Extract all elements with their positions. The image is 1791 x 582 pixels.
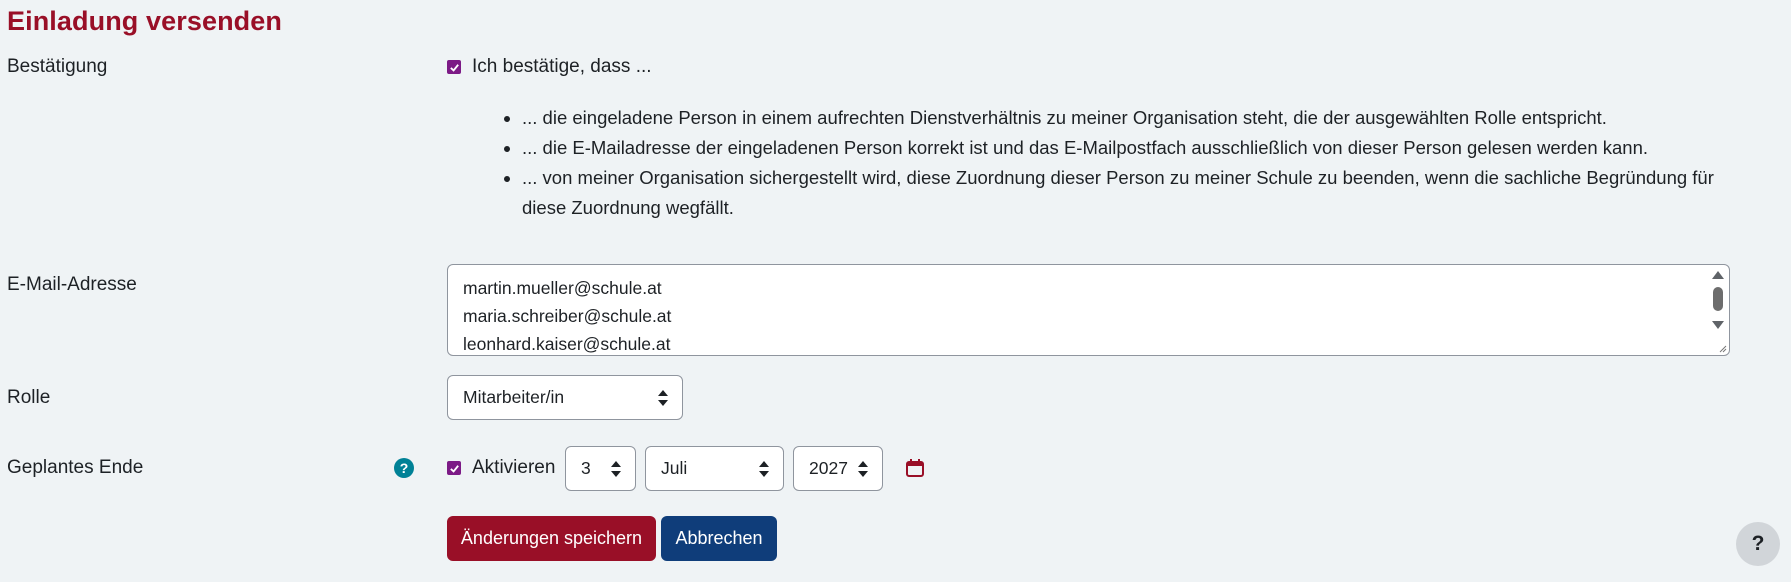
scroll-thumb[interactable] <box>1713 287 1723 311</box>
email-line: maria.schreiber@schule.at <box>463 306 672 326</box>
role-select[interactable]: Mitarbeiter/in <box>447 375 683 420</box>
floating-help-button[interactable]: ? <box>1736 522 1780 566</box>
month-select[interactable]: Juli <box>645 446 784 491</box>
email-line: martin.mueller@schule.at <box>463 278 662 298</box>
confirmation-checkbox-label[interactable]: Ich bestätige, dass ... <box>472 56 652 78</box>
sort-arrows-icon <box>858 460 868 477</box>
activate-label[interactable]: Aktivieren <box>472 457 555 479</box>
page-title: Einladung versenden <box>7 6 282 36</box>
save-button[interactable]: Änderungen speichern <box>447 516 656 561</box>
question-circle-icon[interactable]: ? <box>394 458 414 478</box>
sort-arrows-icon <box>759 460 769 477</box>
activate-checkbox[interactable] <box>447 461 461 475</box>
day-select-value: 3 <box>581 458 591 478</box>
email-textarea[interactable]: martin.mueller@schule.at maria.schreiber… <box>447 264 1730 356</box>
list-item: ... die eingeladene Person in einem aufr… <box>522 103 1752 133</box>
cancel-button[interactable]: Abbrechen <box>661 516 777 561</box>
resize-handle-icon[interactable] <box>1717 343 1727 353</box>
scroll-up-icon[interactable] <box>1712 271 1724 279</box>
role-select-value: Mitarbeiter/in <box>463 387 565 407</box>
confirmation-label: Bestätigung <box>7 56 108 77</box>
planned-end-label: Geplantes Ende <box>7 457 144 478</box>
email-line: leonhard.kaiser@schule.at <box>463 334 671 354</box>
confirmation-bullet-list: ... die eingeladene Person in einem aufr… <box>502 103 1752 223</box>
sort-arrows-icon <box>658 389 668 406</box>
month-select-value: Juli <box>661 458 688 478</box>
list-item: ... von meiner Organisation sichergestel… <box>522 163 1752 223</box>
email-scrollbar[interactable] <box>1707 265 1729 355</box>
checkmark-icon <box>449 63 459 72</box>
calendar-icon[interactable] <box>905 458 925 478</box>
email-lines: martin.mueller@schule.at maria.schreiber… <box>463 274 672 355</box>
day-select[interactable]: 3 <box>565 446 636 491</box>
scroll-down-icon[interactable] <box>1712 321 1724 329</box>
list-item: ... die E-Mailadresse der eingeladenen P… <box>522 133 1752 163</box>
checkmark-icon <box>449 464 459 473</box>
sort-arrows-icon <box>611 460 621 477</box>
confirmation-checkbox[interactable] <box>447 60 461 74</box>
role-label: Rolle <box>7 387 51 408</box>
email-label: E-Mail-Adresse <box>7 274 137 295</box>
year-select-value: 2027 <box>809 458 848 478</box>
year-select[interactable]: 2027 <box>793 446 883 491</box>
